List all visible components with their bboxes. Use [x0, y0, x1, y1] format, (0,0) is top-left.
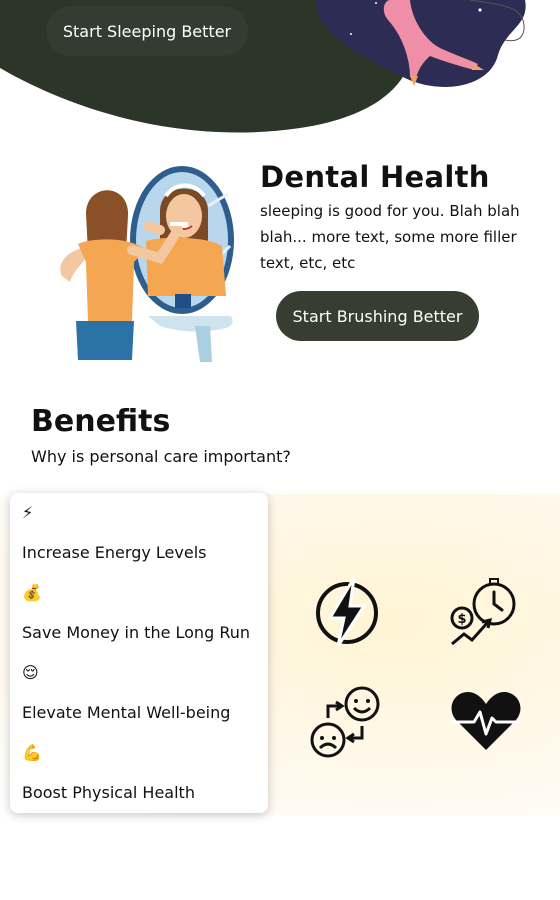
- benefits-title: Benefits: [31, 404, 171, 439]
- dental-health-title: Dental Health: [260, 160, 490, 194]
- benefit-item: 😌 Elevate Mental Well-being: [22, 663, 230, 722]
- lightning-icon: [316, 577, 378, 647]
- dental-health-description: sleeping is good for you. Blah blah blah…: [260, 202, 520, 272]
- hero-section: Start Sleeping Better: [0, 0, 560, 140]
- benefit-item: ⚡ Increase Energy Levels: [22, 503, 206, 562]
- benefits-subtitle: Why is personal care important?: [31, 447, 291, 466]
- lightning-emoji-icon: ⚡: [22, 503, 34, 522]
- girl-brushing-teeth-mirror-illustration: [60, 166, 234, 362]
- benefit-item: 💰 Save Money in the Long Run: [22, 583, 250, 642]
- benefit-label: Boost Physical Health: [22, 783, 195, 802]
- heartbeat-icon: [451, 692, 521, 750]
- flexed-bicep-emoji-icon: 💪: [22, 743, 42, 762]
- start-brushing-button[interactable]: Start Brushing Better: [276, 291, 479, 341]
- relieved-face-emoji-icon: 😌: [22, 663, 39, 682]
- benefit-item: 💪 Boost Physical Health: [22, 743, 195, 802]
- money-bag-emoji-icon: 💰: [22, 583, 42, 602]
- benefit-label: Elevate Mental Well-being: [22, 703, 231, 722]
- benefit-label: Save Money in the Long Run: [22, 623, 250, 642]
- svg-text:$: $: [457, 612, 466, 627]
- start-sleeping-button[interactable]: Start Sleeping Better: [46, 6, 248, 56]
- benefits-card: ⚡ Increase Energy Levels 💰 Save Money in…: [10, 493, 268, 813]
- money-growth-icon: $: [450, 578, 516, 646]
- mood-swap-icon: [310, 686, 380, 758]
- benefit-label: Increase Energy Levels: [22, 543, 207, 562]
